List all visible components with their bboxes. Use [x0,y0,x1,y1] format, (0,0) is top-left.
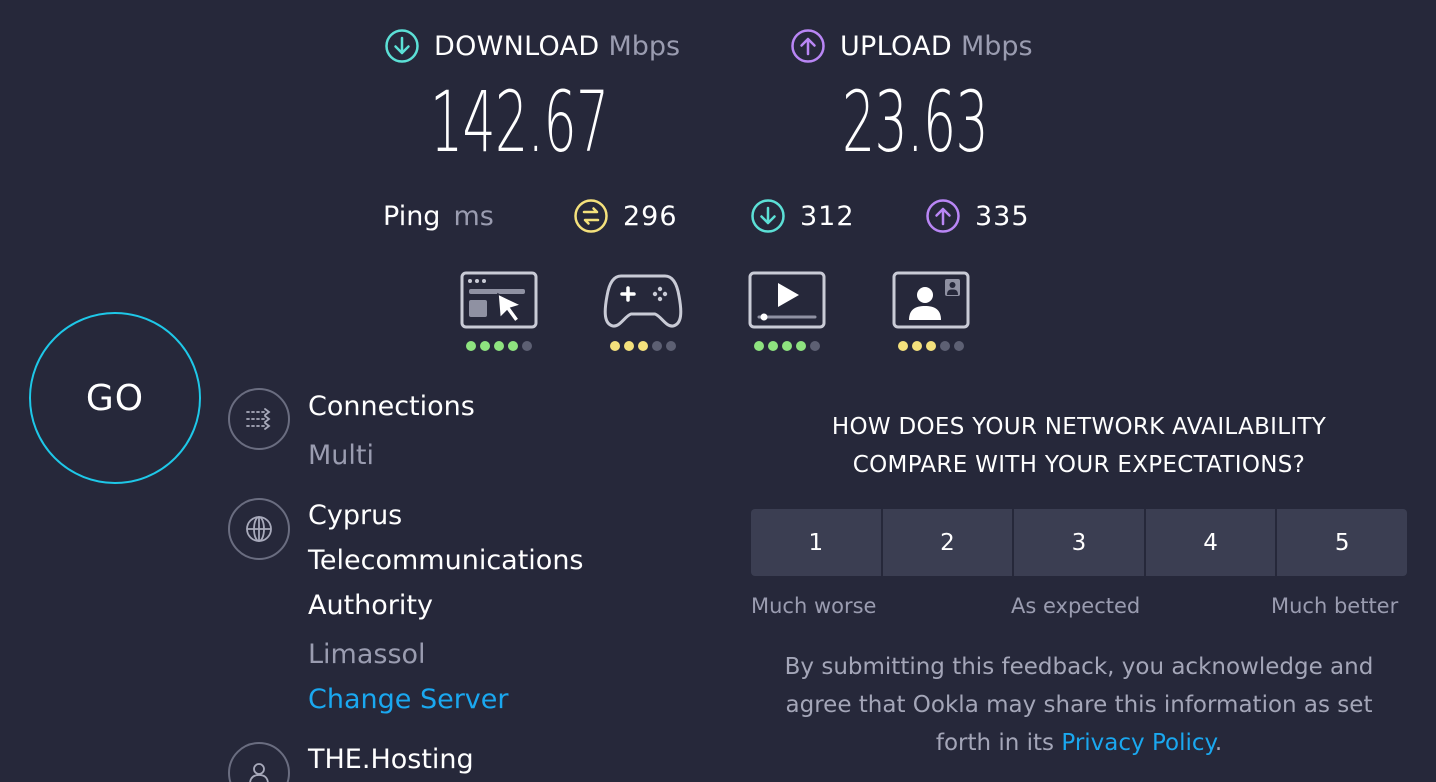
rating-dot-filled [782,341,792,351]
video-streaming-icon [748,271,826,329]
disclaimer-line-2: agree that Ookla may share this informat… [785,692,1373,718]
gaming-rating[interactable] [603,270,683,351]
connections-mode[interactable]: Multi [308,438,374,474]
connections-title: Connections [308,391,475,422]
video-chat-rating[interactable] [891,270,971,351]
upload-unit: Mbps [960,30,1033,62]
server-name-line-3: Authority [308,590,433,621]
rating-dot-filled [494,341,504,351]
feedback-disclaimer: By submitting this feedback, you acknowl… [751,648,1407,762]
rating-dot-empty [810,341,820,351]
survey-question: HOW DOES YOUR NETWORK AVAILABILITY COMPA… [751,408,1407,484]
scale-low-label: Much worse [751,594,877,618]
rating-dot-empty [652,341,662,351]
host-name: THE.Hosting [308,744,474,775]
download-unit: Mbps [608,30,681,62]
gaming-dots [610,341,676,351]
video-chat-dots [898,341,964,351]
connections-icon [246,408,271,430]
rating-button-2[interactable]: 2 [882,509,1013,576]
disclaimer-tail: forth in its [935,730,1055,756]
rating-dot-filled [624,341,634,351]
privacy-policy-link[interactable]: Privacy Policy [1061,730,1214,756]
gaming-icon [603,274,683,328]
server-icon-wrap [228,498,290,560]
web-browsing-dots [466,341,532,351]
ping-label: Ping [383,200,441,232]
upload-latency-icon [926,199,960,233]
idle-latency[interactable]: 296 [573,198,678,234]
rating-dot-filled [466,341,476,351]
download-latency[interactable]: 312 [750,198,855,234]
upload-label: UPLOAD [840,30,952,62]
disclaimer-line-3: forth in its Privacy Policy. [751,724,1407,762]
rating-dot-filled [768,341,778,351]
rating-dot-empty [954,341,964,351]
rating-dot-empty [940,341,950,351]
change-server-link[interactable]: Change Server [308,682,509,718]
rating-dot-filled [898,341,908,351]
download-arrow-icon [385,29,419,63]
download-latency-value: 312 [800,200,855,232]
user-icon [249,763,269,782]
disclaimer-line-1: By submitting this feedback, you acknowl… [784,654,1374,680]
go-button[interactable]: GO [29,312,201,484]
web-browsing-icon [460,271,538,329]
rating-dot-empty [666,341,676,351]
download-speed-value: 142.67 [430,73,609,171]
upload-header: UPLOAD Mbps [790,28,1033,64]
download-latency-icon [751,199,785,233]
rating-button-1[interactable]: 1 [751,509,881,576]
download-label: DOWNLOAD [434,30,600,62]
rating-dot-empty [522,341,532,351]
rating-button-3[interactable]: 3 [1014,509,1144,576]
web-browsing-rating[interactable] [459,270,539,351]
rating-dot-filled [912,341,922,351]
upload-arrow-icon [791,29,825,63]
rating-dot-filled [754,341,764,351]
server-name-line-2: Telecommunications [308,545,584,576]
upload-latency-value: 335 [975,200,1030,232]
video-streaming-rating[interactable] [747,270,827,351]
rating-dot-filled [926,341,936,351]
server-name-line-1: Cyprus [308,500,403,531]
upload-result: UPLOAD Mbps 23.63 [790,28,1033,164]
rating-scale: 1 2 3 4 5 [751,509,1407,576]
video-streaming-dots [754,341,820,351]
rating-button-4[interactable]: 4 [1145,509,1276,576]
download-result: DOWNLOAD Mbps 142.67 [384,28,680,164]
scale-mid-label: As expected [1011,594,1141,618]
rating-dot-filled [508,341,518,351]
survey-question-line-1: HOW DOES YOUR NETWORK AVAILABILITY [831,414,1327,440]
scale-high-label: Much better [1271,594,1399,618]
rating-button-5[interactable]: 5 [1277,509,1407,576]
ping-row: Ping ms [383,198,494,234]
idle-latency-value: 296 [623,200,678,232]
rating-dot-filled [638,341,648,351]
rating-dot-filled [610,341,620,351]
rating-dot-filled [796,341,806,351]
upload-latency[interactable]: 335 [925,198,1030,234]
download-header: DOWNLOAD Mbps [384,28,680,64]
video-chat-icon [892,271,970,329]
globe-icon [246,516,272,542]
rating-dot-filled [480,341,490,351]
ping-unit: ms [453,200,494,232]
upload-speed-value: 23.63 [842,73,989,171]
idle-latency-icon [574,199,608,233]
server-location: Limassol [308,639,426,670]
disclaimer-end: . [1214,730,1223,756]
connections-icon-wrap[interactable] [228,388,290,450]
host-icon-wrap [228,742,290,782]
survey-question-line-2: COMPARE WITH YOUR EXPECTATIONS? [852,452,1306,478]
